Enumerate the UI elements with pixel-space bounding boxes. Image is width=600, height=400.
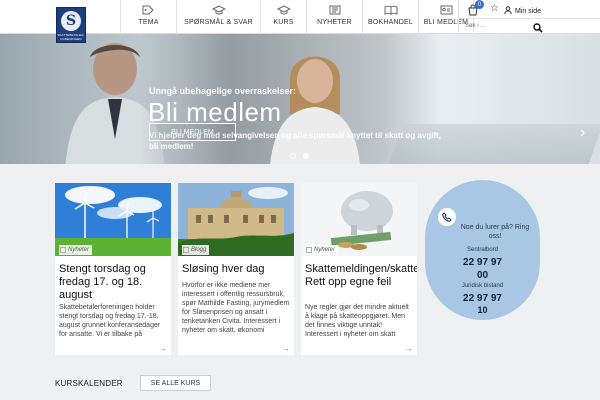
id-card-icon bbox=[440, 5, 453, 15]
hero-join-button[interactable]: BLI MEDLEM bbox=[149, 123, 236, 141]
card-tag-label: Blogg bbox=[191, 247, 207, 253]
nav-label: BOKHANDEL bbox=[368, 19, 413, 26]
site-logo[interactable]: S SKATTEBETALER- FORENINGEN bbox=[56, 7, 86, 43]
switchboard-number[interactable]: 22 97 97 bbox=[425, 256, 540, 269]
card-excerpt: Nye regler gjør det mindre aktuelt å kla… bbox=[305, 304, 409, 338]
carousel-dots bbox=[290, 153, 309, 159]
contact-question: Noe du lurer på? Ring oss! bbox=[460, 224, 530, 240]
see-all-courses-button[interactable]: SE ALLE KURS bbox=[140, 375, 211, 391]
arrow-right-icon[interactable]: → bbox=[405, 344, 413, 353]
main-nav: TEMA SPØRSMÅL & SVAR KURS NYHETER BOKHAN… bbox=[120, 0, 474, 34]
arrow-right-icon[interactable]: → bbox=[282, 344, 290, 353]
nav-label: KURS bbox=[273, 19, 294, 26]
nav-item-kurs[interactable]: KURS bbox=[260, 0, 306, 34]
cart-count-badge: 0 bbox=[475, 0, 484, 9]
carousel-dot[interactable] bbox=[290, 153, 296, 159]
my-page-link[interactable]: Min side bbox=[504, 6, 541, 15]
my-page-label: Min side bbox=[515, 8, 542, 15]
legal-aid-number-suffix[interactable]: 10 bbox=[425, 305, 540, 315]
nav-label: SPØRSMÅL & SVAR bbox=[184, 19, 253, 26]
card-tag: Nyheter bbox=[305, 245, 339, 255]
switchboard-number-suffix[interactable]: 00 bbox=[425, 269, 540, 282]
card-excerpt: Hvorfor er ikke mediene mer interessert … bbox=[182, 282, 290, 334]
card-title[interactable]: Skattemeldingen/skatteoppgjøret: Rett op… bbox=[305, 263, 417, 289]
card-tag: Blogg bbox=[182, 245, 210, 255]
card-title[interactable]: Sløsing hver dag bbox=[182, 263, 292, 276]
logo-mark: S bbox=[61, 11, 81, 31]
news-card[interactable]: Nyheter Stengt torsdag og fredag 17. og … bbox=[55, 183, 171, 355]
utility-area: 0 ☆ Min side bbox=[458, 0, 600, 34]
chevron-right-icon[interactable]: › bbox=[580, 124, 585, 142]
contact-box: Noe du lurer på? Ring oss! Sentralbord 2… bbox=[425, 180, 540, 320]
nav-item-bokhandel[interactable]: BOKHANDEL bbox=[362, 0, 418, 34]
hero-kicker: Unngå ubehagelige overraskelser: bbox=[149, 86, 297, 96]
newspaper-icon bbox=[329, 5, 341, 15]
nav-item-nyheter[interactable]: NYHETER bbox=[306, 0, 362, 34]
checkbox-icon bbox=[60, 247, 66, 253]
card-tag-label: Nyheter bbox=[314, 247, 336, 253]
book-icon bbox=[384, 5, 398, 15]
carousel-dot-active[interactable] bbox=[303, 153, 309, 159]
search-icon[interactable] bbox=[533, 20, 545, 33]
card-title[interactable]: Stengt torsdag og fredag 17. og 18. augu… bbox=[59, 263, 169, 302]
arrow-right-icon[interactable]: → bbox=[159, 344, 167, 353]
nav-label: TEMA bbox=[138, 19, 159, 26]
user-icon bbox=[504, 6, 512, 15]
card-excerpt: Skattebetalerforeningen holder stengt to… bbox=[59, 304, 161, 338]
legal-aid-number[interactable]: 22 97 97 bbox=[425, 292, 540, 305]
checkbox-icon bbox=[306, 247, 312, 253]
card-tag-label: Nyheter bbox=[68, 247, 90, 253]
contact-label-switchboard: Sentralbord bbox=[466, 247, 499, 253]
top-bar: TEMA SPØRSMÅL & SVAR KURS NYHETER BOKHAN… bbox=[0, 0, 600, 34]
nav-item-tema[interactable]: TEMA bbox=[120, 0, 176, 34]
cart-button[interactable]: 0 bbox=[467, 0, 484, 16]
graduation-cap-icon bbox=[276, 5, 291, 15]
course-calendar-heading: KURSKALENDER bbox=[55, 379, 123, 388]
news-card[interactable]: Nyheter Skattemeldingen/skatteoppgjøret:… bbox=[301, 183, 417, 355]
checkbox-icon bbox=[183, 247, 189, 253]
news-card[interactable]: Blogg Sløsing hver dag Hvorfor er ikke m… bbox=[178, 183, 294, 355]
contact-label-legal: Juridisk bistand bbox=[461, 283, 504, 289]
logo-text: SKATTEBETALER- FORENINGEN bbox=[57, 33, 85, 41]
card-tag: Nyheter bbox=[59, 245, 93, 255]
hero-banner: Unngå ubehagelige overraskelser: Bli med… bbox=[0, 34, 600, 164]
nav-item-sporsmal[interactable]: SPØRSMÅL & SVAR bbox=[176, 0, 260, 34]
nav-label: NYHETER bbox=[317, 19, 352, 26]
divider bbox=[459, 18, 600, 19]
phone-icon bbox=[438, 208, 456, 226]
tags-icon bbox=[142, 5, 155, 15]
graduation-cap-icon bbox=[211, 5, 226, 15]
star-icon[interactable]: ☆ bbox=[490, 3, 499, 14]
